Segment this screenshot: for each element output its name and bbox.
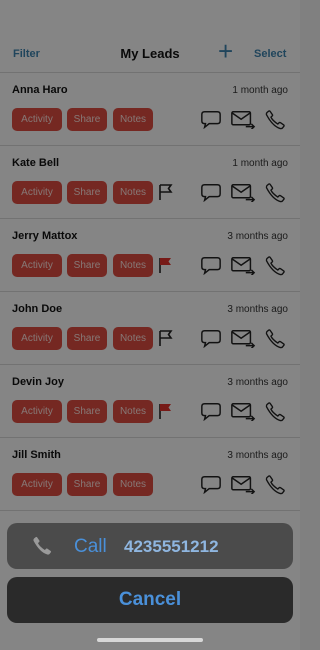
call-label: Call	[74, 536, 107, 557]
call-action[interactable]: Call 4235551212	[7, 523, 293, 569]
phone-number: 4235551212	[124, 537, 219, 556]
phone-icon	[33, 536, 52, 555]
cancel-button[interactable]: Cancel	[7, 577, 293, 623]
home-indicator	[97, 638, 203, 642]
